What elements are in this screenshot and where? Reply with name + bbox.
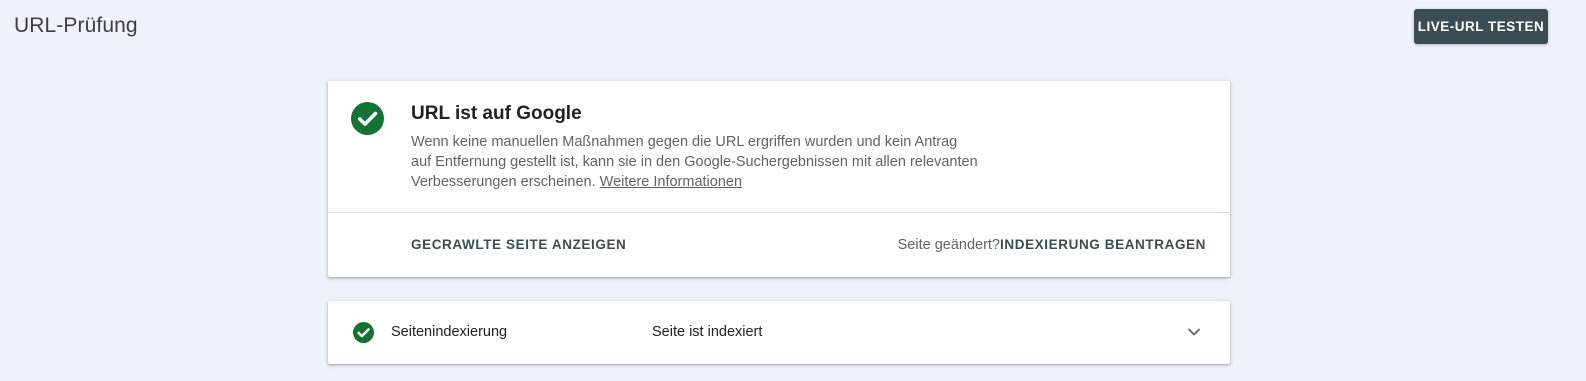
page-indexing-status: Seite ist indexiert xyxy=(652,324,763,340)
index-status-card: URL ist auf Google Wenn keine manuellen … xyxy=(328,81,1230,277)
status-title: URL ist auf Google xyxy=(411,103,582,124)
page-indexing-row[interactable]: Seitenindexierung Seite ist indexiert xyxy=(328,301,1230,364)
url-inspection-page: URL-Prüfung LIVE-URL TESTEN URL ist auf … xyxy=(0,0,1586,381)
learn-more-link[interactable]: Weitere Informationen xyxy=(600,174,742,190)
page-indexing-label: Seitenindexierung xyxy=(391,324,508,340)
check-circle-icon xyxy=(351,102,384,135)
view-crawled-page-button[interactable]: GECRAWLTE SEITE ANZEIGEN xyxy=(411,237,626,252)
page-title: URL-Prüfung xyxy=(14,14,138,37)
page-changed-label: Seite geändert? xyxy=(897,237,1000,253)
chevron-down-icon[interactable] xyxy=(1186,324,1202,340)
check-circle-icon xyxy=(353,322,374,343)
status-summary: URL ist auf Google Wenn keine manuellen … xyxy=(328,81,1230,213)
request-indexing-button[interactable]: INDEXIERUNG BEANTRAGEN xyxy=(1000,237,1206,252)
test-live-url-button[interactable]: LIVE-URL TESTEN xyxy=(1414,9,1548,44)
status-actions: GECRAWLTE SEITE ANZEIGEN Seite geändert?… xyxy=(328,213,1230,276)
status-description: Wenn keine manuellen Maßnahmen gegen die… xyxy=(411,132,981,192)
